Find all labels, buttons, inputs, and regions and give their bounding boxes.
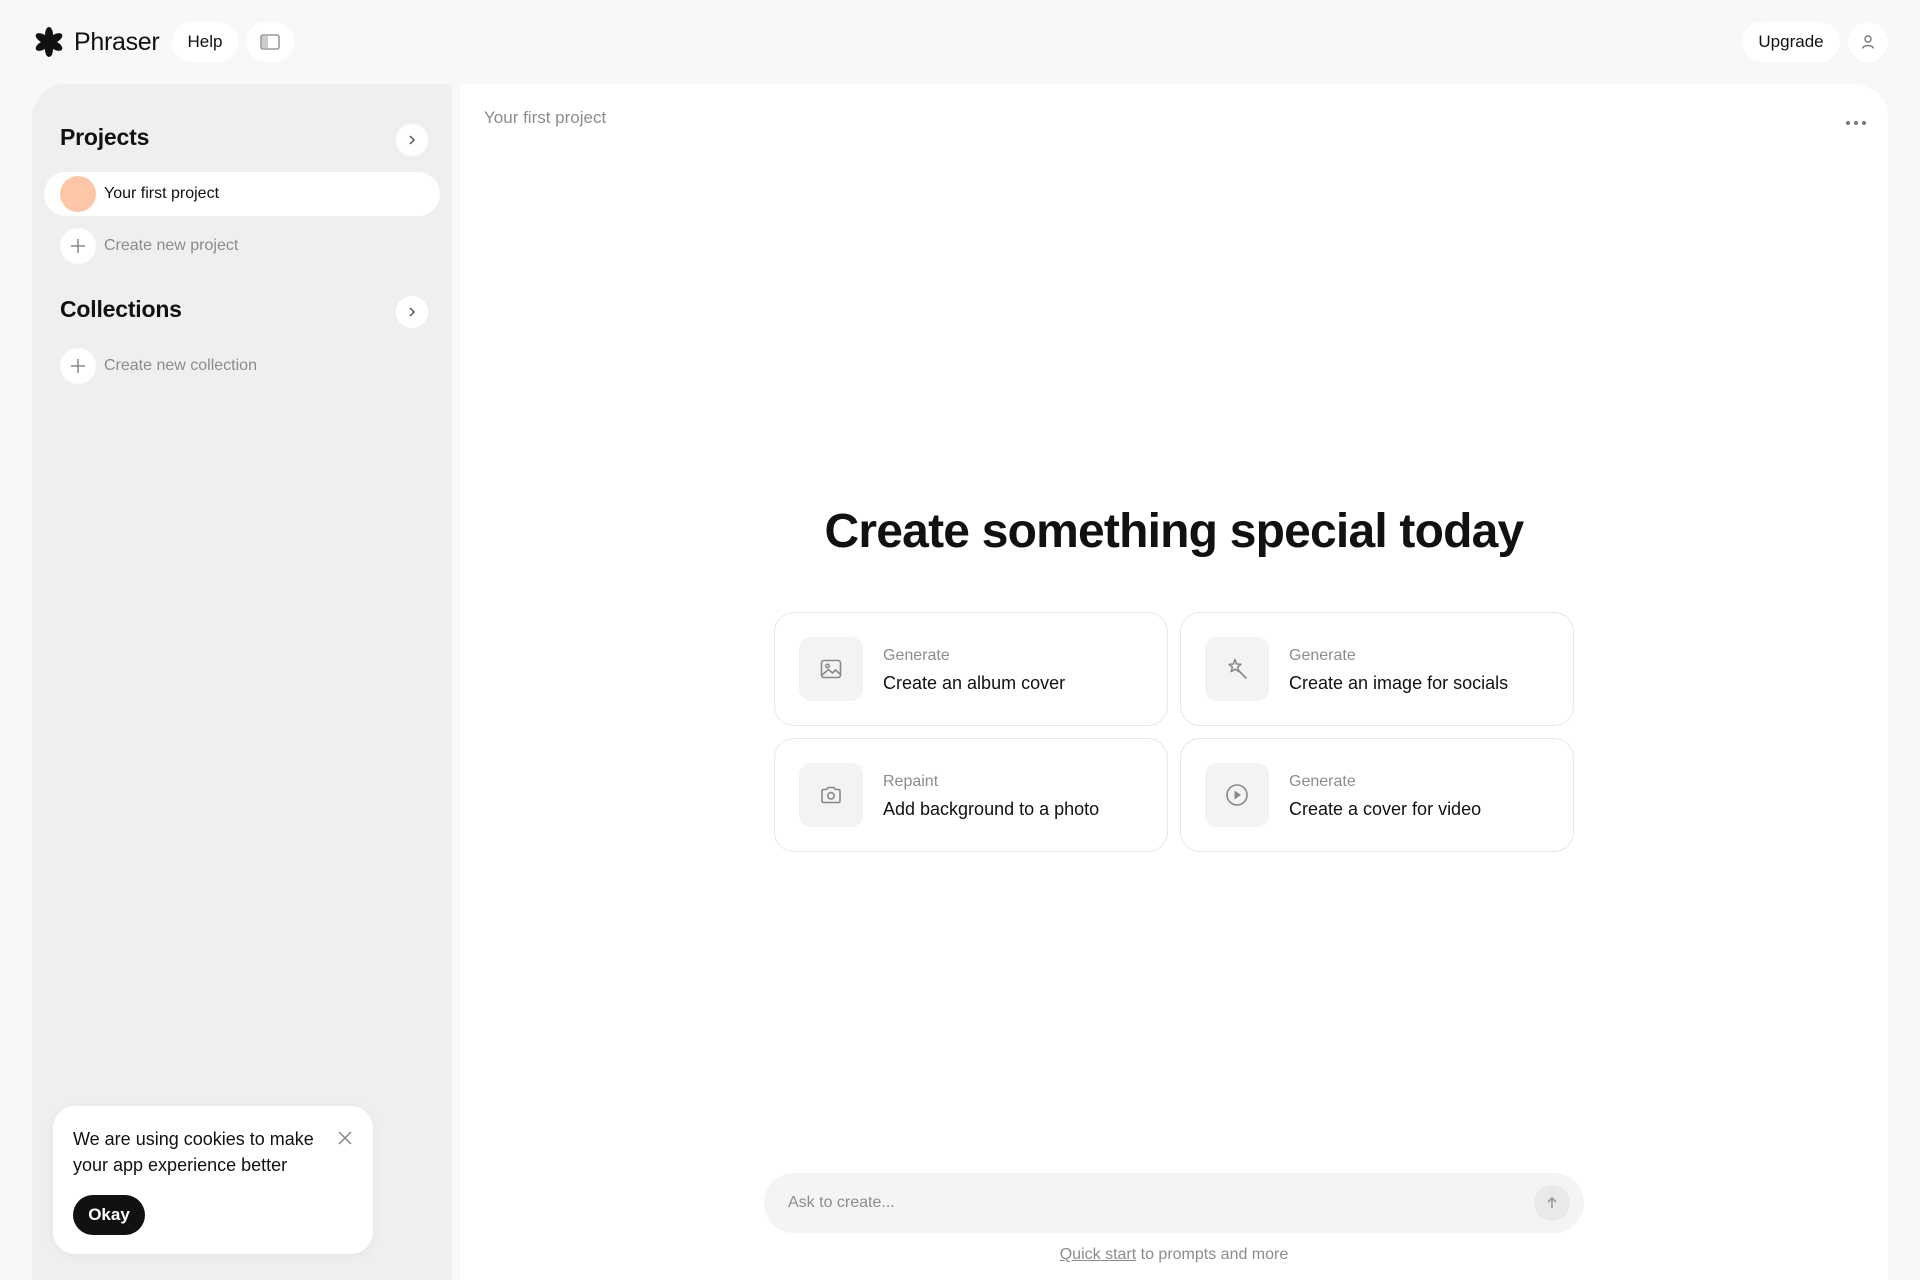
projects-expand-button[interactable]: [396, 124, 428, 156]
project-color-dot: [60, 176, 96, 212]
headline: Create something special today: [824, 505, 1525, 558]
sidebar-project-item[interactable]: Your first project: [44, 172, 440, 216]
card-album-cover[interactable]: Generate Create an album cover: [774, 612, 1168, 726]
sidebar: Projects Your first project Create new p…: [32, 84, 452, 1280]
quick-start-hint: Quick start to prompts and more: [460, 1246, 1888, 1264]
projects-heading: Projects: [60, 124, 150, 150]
prompt-bar: [764, 1173, 1584, 1233]
project-label: Your first project: [104, 185, 220, 202]
create-new-collection-label: Create new collection: [104, 357, 257, 374]
brand[interactable]: Phraser: [34, 26, 160, 58]
card-title: Create an image for socials: [1289, 673, 1509, 693]
create-new-project-label: Create new project: [104, 237, 239, 254]
collections-heading: Collections: [60, 296, 182, 322]
card-kicker: Generate: [883, 647, 950, 664]
app-name: Phraser: [74, 27, 160, 56]
chevron-right-icon: [409, 307, 416, 317]
sidebar-toggle-button[interactable]: [246, 22, 294, 62]
cookie-message: We are using cookies to make your app ex…: [73, 1129, 314, 1175]
top-bar: Phraser Help Upgrade: [0, 0, 1920, 84]
send-button[interactable]: [1534, 1185, 1570, 1221]
card-kicker: Generate: [1289, 647, 1356, 664]
upgrade-button[interactable]: Upgrade: [1742, 22, 1840, 62]
collections-expand-button[interactable]: [396, 296, 428, 328]
more-dot: [1846, 121, 1850, 125]
image-icon: [799, 637, 863, 701]
camera-icon: [799, 763, 863, 827]
arrow-up-icon: [1547, 1196, 1557, 1208]
cookie-close-button[interactable]: [333, 1126, 357, 1150]
quick-start-link[interactable]: Quick start: [1060, 1246, 1136, 1263]
suggestion-cards: Generate Create an album cover Generate …: [774, 612, 1574, 854]
card-title: Create a cover for video: [1289, 799, 1482, 819]
more-dot: [1854, 121, 1858, 125]
profile-button[interactable]: [1848, 22, 1888, 62]
quick-start-hint-text: to prompts and more: [1136, 1246, 1289, 1263]
card-title: Add background to a photo: [883, 799, 1100, 819]
cookie-banner: We are using cookies to make your app ex…: [53, 1106, 373, 1254]
close-icon: [338, 1131, 352, 1145]
card-image-socials[interactable]: Generate Create an image for socials: [1180, 612, 1574, 726]
create-new-project-button[interactable]: Create new project: [60, 228, 238, 264]
card-kicker: Repaint: [883, 773, 939, 790]
card-add-background[interactable]: Repaint Add background to a photo: [774, 738, 1168, 852]
card-kicker: Generate: [1289, 773, 1356, 790]
chevron-right-icon: [409, 135, 416, 145]
help-button[interactable]: Help: [172, 22, 238, 62]
create-new-collection-button[interactable]: Create new collection: [60, 348, 257, 384]
main-panel: Your first project Create something spec…: [460, 84, 1888, 1280]
magic-wand-icon: [1205, 637, 1269, 701]
project-title: Your first project: [484, 108, 607, 127]
play-circle-icon: [1205, 763, 1269, 827]
card-video-cover[interactable]: Generate Create a cover for video: [1180, 738, 1574, 852]
card-title: Create an album cover: [883, 673, 1066, 693]
more-options-button[interactable]: [1840, 110, 1872, 136]
plus-icon: [60, 228, 96, 264]
more-dot: [1862, 121, 1866, 125]
prompt-input[interactable]: [788, 1173, 1508, 1233]
cookie-okay-button[interactable]: Okay: [73, 1195, 145, 1235]
asterisk-logo-icon: [35, 27, 63, 57]
plus-icon: [60, 348, 96, 384]
sidebar-toggle-icon: [260, 34, 280, 50]
user-icon: [1861, 35, 1875, 49]
